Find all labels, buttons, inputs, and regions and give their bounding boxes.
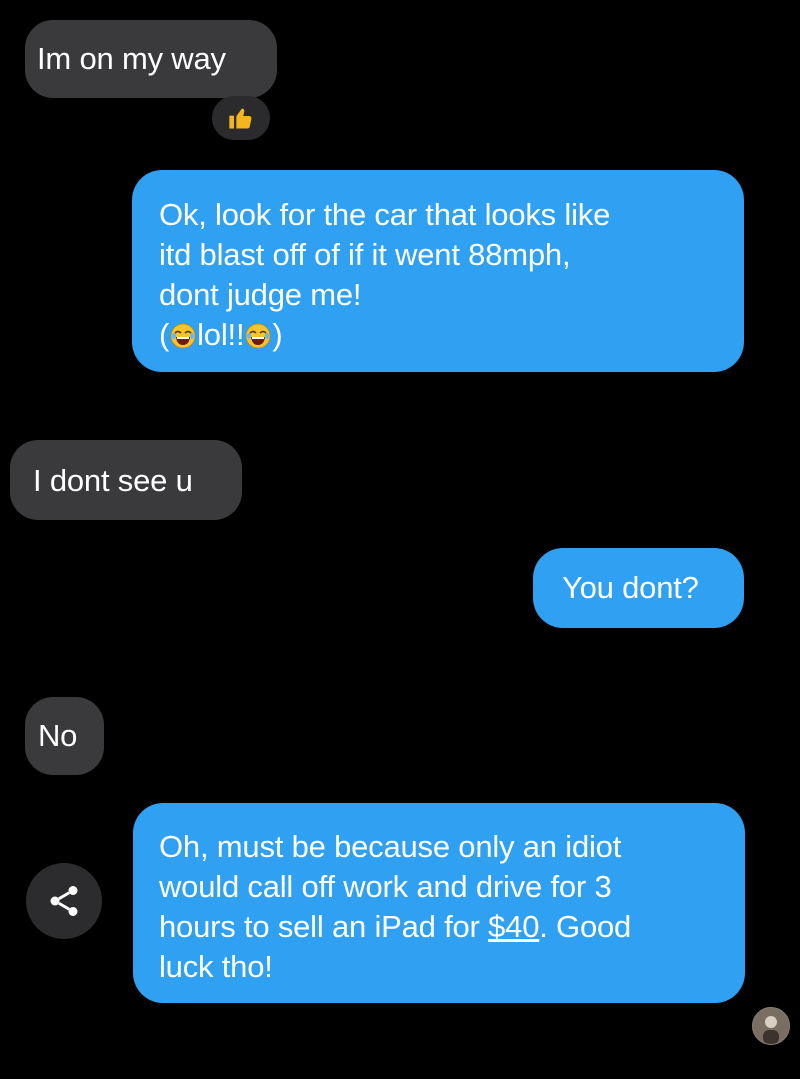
share-button[interactable] (26, 863, 102, 939)
message-text-line: dont judge me! (159, 277, 362, 312)
message-text: I dont see u (33, 463, 193, 498)
message-text-line: Oh, must be because only an idiot (159, 829, 622, 864)
contact-avatar[interactable] (752, 1007, 790, 1045)
message-bubble-outgoing[interactable]: Oh, must be because only an idiot would … (133, 803, 745, 1003)
message-bubble-incoming[interactable]: I dont see u (10, 440, 242, 520)
message-text: You dont? (562, 570, 699, 605)
message-emoji-line: ( lol!! ) (159, 315, 744, 355)
message-text: No (38, 718, 78, 753)
message-text-line: hours to sell an iPad for $40. Good (159, 907, 745, 947)
message-text-line: luck tho! (159, 949, 273, 984)
message-text-line: Ok, look for the car that looks like (159, 197, 611, 232)
avatar-image (753, 1008, 789, 1044)
message-bubble-incoming[interactable]: Im on my way (25, 20, 277, 98)
laughing-emoji-icon (245, 323, 271, 349)
message-bubble-incoming[interactable]: No (25, 697, 104, 775)
message-text-line: itd blast off of if it went 88mph, (159, 237, 571, 272)
reaction-badge[interactable] (212, 96, 270, 140)
message-text-line: would call off work and drive for 3 (159, 869, 612, 904)
laugh-text: lol!! (197, 317, 245, 352)
message-text-segment: hours to sell an iPad for (159, 909, 489, 944)
message-bubble-outgoing[interactable]: You dont? (533, 548, 744, 628)
paren-open: ( (159, 317, 170, 352)
message-text: Im on my way (37, 41, 226, 76)
message-text-segment: . Good (539, 909, 632, 944)
share-icon (50, 886, 78, 916)
paren-close: ) (272, 317, 283, 352)
thumbs-up-icon (229, 108, 252, 129)
message-bubble-outgoing[interactable]: Ok, look for the car that looks like itd… (132, 170, 744, 372)
price-link[interactable]: $40 (488, 909, 539, 944)
laughing-emoji-icon (170, 323, 196, 349)
